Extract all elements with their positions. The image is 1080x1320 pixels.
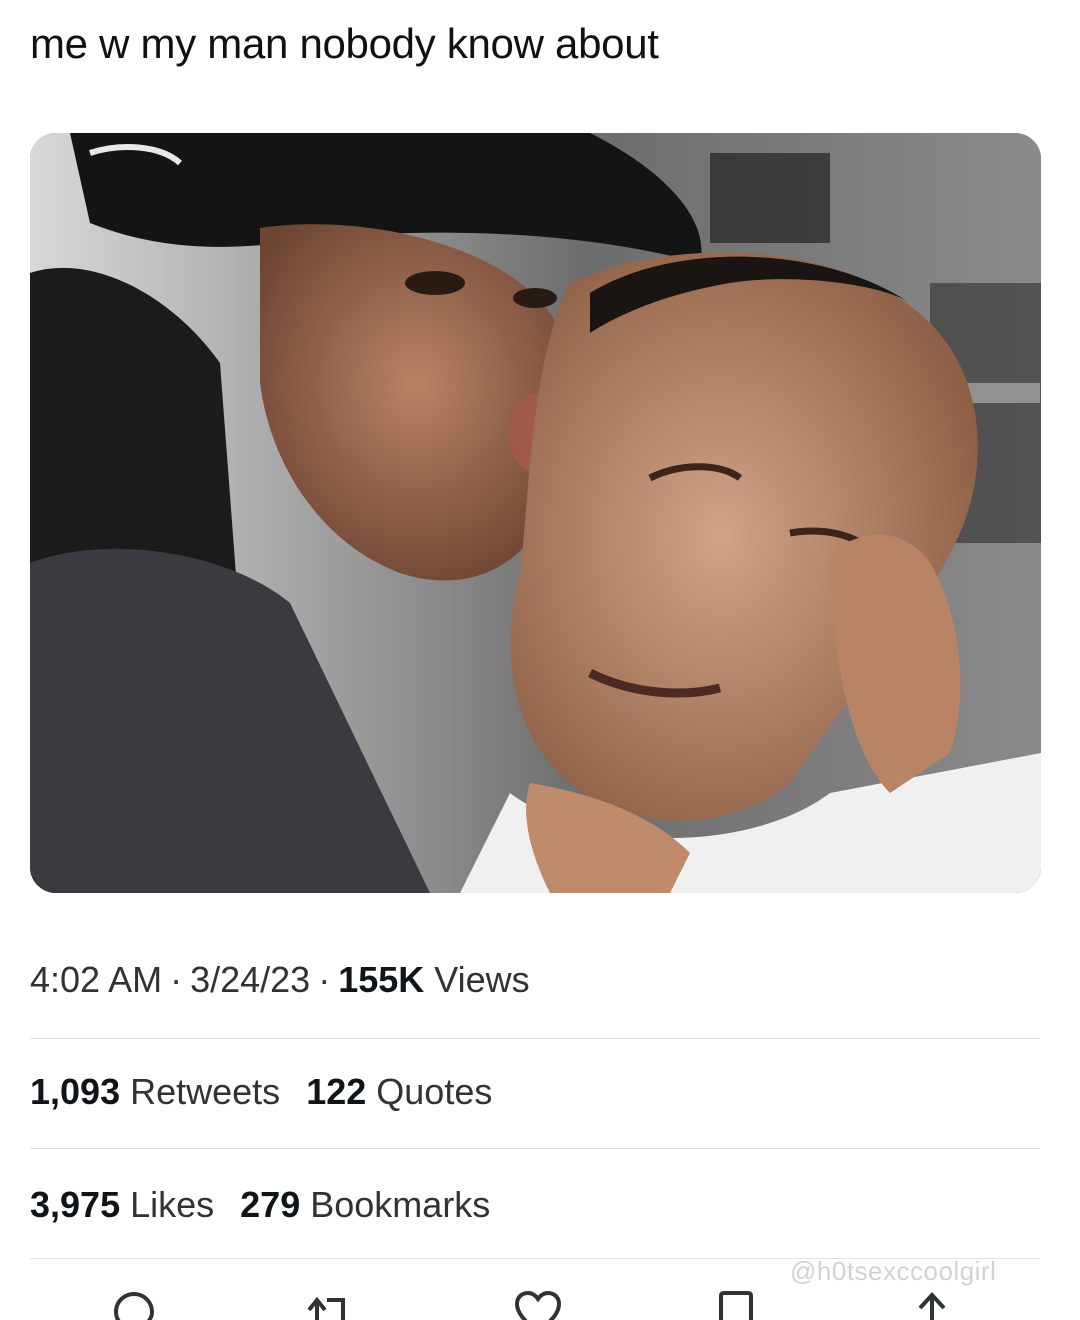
tweet-text: me w my man nobody know about xyxy=(30,20,659,67)
like-icon xyxy=(514,1290,562,1320)
action-bar xyxy=(0,1288,1080,1320)
tweet-time: 4:02 AM xyxy=(30,959,163,1000)
likes-stat[interactable]: 3,975 Likes xyxy=(30,1184,214,1225)
photo-illustration xyxy=(30,133,1041,893)
retweets-count: 1,093 xyxy=(30,1071,121,1112)
quotes-label: Quotes xyxy=(376,1071,493,1112)
reply-icon xyxy=(113,1291,155,1320)
quotes-stat[interactable]: 122 Quotes xyxy=(306,1071,492,1112)
bookmark-button[interactable] xyxy=(706,1288,766,1320)
retweet-button[interactable] xyxy=(300,1288,360,1320)
retweet-icon xyxy=(307,1296,345,1320)
bookmarks-label: Bookmarks xyxy=(310,1184,491,1225)
share-button[interactable] xyxy=(902,1288,962,1320)
bookmark-icon xyxy=(719,1291,753,1320)
separator-dot: · xyxy=(318,959,331,1000)
divider xyxy=(30,1038,1040,1039)
separator-dot: · xyxy=(170,959,183,1000)
likes-label: Likes xyxy=(130,1184,215,1225)
tweet-detail: me w my man nobody know about 4:02 AM · … xyxy=(0,0,1080,1320)
likes-count: 3,975 xyxy=(30,1184,121,1225)
views-count: 155K xyxy=(338,959,425,1000)
tweet-meta: 4:02 AM · 3/24/23 · 155K Views xyxy=(30,958,530,1002)
quotes-count: 122 xyxy=(306,1071,367,1112)
divider xyxy=(30,1148,1040,1149)
retweets-stat[interactable]: 1,093 Retweets xyxy=(30,1071,280,1112)
share-icon xyxy=(918,1292,946,1320)
tweet-photo[interactable] xyxy=(30,133,1041,893)
tweet-date[interactable]: 3/24/23 xyxy=(190,959,310,1000)
bookmarks-stat[interactable]: 279 Bookmarks xyxy=(240,1184,490,1225)
bookmarks-count: 279 xyxy=(240,1184,301,1225)
reply-button[interactable] xyxy=(103,1288,163,1320)
views-label: Views xyxy=(434,959,530,1000)
retweets-label: Retweets xyxy=(130,1071,281,1112)
like-button[interactable] xyxy=(508,1288,568,1320)
watermark-text: @h0tsexccoolgirl xyxy=(790,1256,997,1286)
stats-row-shares: 1,093 Retweets 122 Quotes xyxy=(30,1070,518,1114)
stats-row-engagement: 3,975 Likes 279 Bookmarks xyxy=(30,1183,516,1227)
